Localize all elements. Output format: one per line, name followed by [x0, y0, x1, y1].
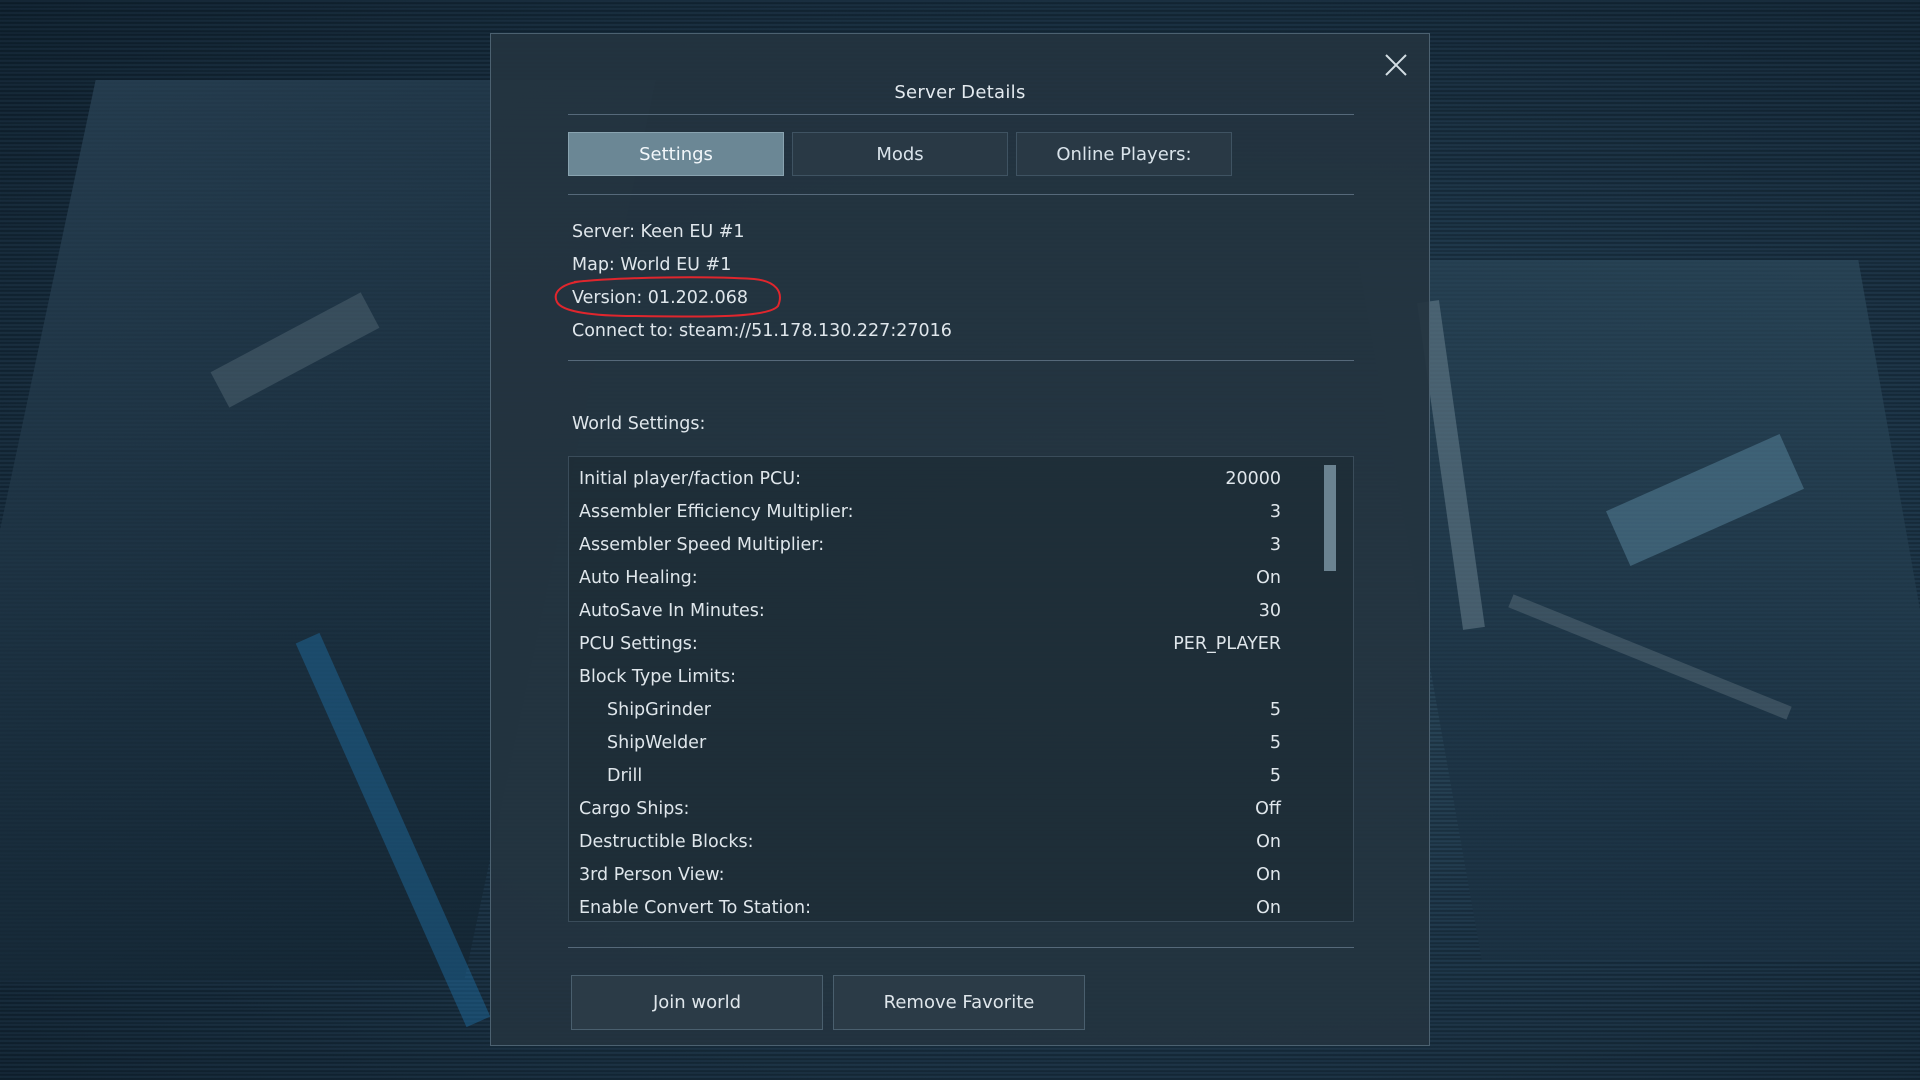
connect-address[interactable]: Connect to: steam://51.178.130.227:27016 — [572, 315, 952, 348]
setting-row: Block Type Limits: — [579, 661, 1281, 694]
setting-value: On — [1256, 832, 1281, 852]
setting-label: Enable Convert To Station: — [579, 898, 812, 918]
setting-value: On — [1256, 898, 1281, 918]
setting-label: ShipGrinder — [607, 700, 711, 720]
tab-online-players[interactable]: Online Players: — [1016, 132, 1232, 176]
setting-row: Auto Healing: On — [579, 562, 1281, 595]
server-details-dialog: Server Details Settings Mods Online Play… — [490, 33, 1430, 1046]
title-divider — [568, 114, 1354, 115]
background-strut — [1508, 594, 1792, 720]
tab-settings[interactable]: Settings — [568, 132, 784, 176]
setting-label: Drill — [607, 766, 643, 786]
setting-row: ShipGrinder 5 — [579, 694, 1281, 727]
server-version: Version: 01.202.068 — [572, 288, 749, 308]
setting-row: Destructible Blocks: On — [579, 826, 1281, 859]
dialog-title: Server Details — [894, 82, 1026, 103]
setting-label: Cargo Ships: — [579, 799, 690, 819]
setting-label: Auto Healing: — [579, 568, 698, 588]
setting-label: Initial player/faction PCU: — [579, 469, 801, 489]
remove-favorite-button[interactable]: Remove Favorite — [833, 975, 1085, 1030]
server-name: Server: Keen EU #1 — [572, 222, 745, 242]
world-settings-list: Initial player/faction PCU: 20000 Assemble… — [579, 463, 1281, 921]
setting-value: 5 — [1269, 733, 1281, 753]
setting-label: AutoSave In Minutes: — [579, 601, 765, 621]
setting-row: AutoSave In Minutes: 30 — [579, 595, 1281, 628]
setting-value: 20000 — [1225, 469, 1281, 489]
setting-value: 5 — [1269, 700, 1281, 720]
setting-label: Assembler Speed Multiplier: — [579, 535, 825, 555]
background-structure-right — [1358, 260, 1920, 960]
setting-value: On — [1256, 568, 1281, 588]
tabs-divider — [568, 194, 1354, 195]
setting-label: Block Type Limits: — [579, 667, 737, 687]
map-name: Map: World EU #1 — [572, 255, 732, 275]
setting-value: PER_PLAYER — [1173, 634, 1281, 654]
setting-row: ShipWelder 5 — [579, 727, 1281, 760]
setting-row: Assembler Efficiency Multiplier: 3 — [579, 496, 1281, 529]
setting-row: Enable Convert To Station: On — [579, 892, 1281, 921]
join-world-button[interactable]: Join world — [571, 975, 823, 1030]
world-settings-list-box[interactable]: Initial player/faction PCU: 20000 Assemble… — [568, 456, 1354, 922]
info-divider — [568, 360, 1354, 361]
close-button[interactable] — [1381, 50, 1411, 80]
setting-value: Off — [1255, 799, 1281, 819]
setting-label: Destructible Blocks: — [579, 832, 754, 852]
actions-divider — [568, 947, 1354, 948]
scrollbar-thumb[interactable] — [1324, 465, 1336, 571]
setting-label: PCU Settings: — [579, 634, 698, 654]
background-beam-blue — [295, 632, 491, 1028]
setting-row: Drill 5 — [579, 760, 1281, 793]
background-panel — [1606, 433, 1804, 567]
setting-row: PCU Settings: PER_PLAYER — [579, 628, 1281, 661]
close-icon — [1385, 54, 1407, 76]
setting-value: 5 — [1269, 766, 1281, 786]
setting-value: 3 — [1269, 535, 1281, 555]
version-line: Version: 01.202.068 — [554, 276, 781, 318]
setting-row: Assembler Speed Multiplier: 3 — [579, 529, 1281, 562]
setting-value: 3 — [1269, 502, 1281, 522]
scrollbar-track[interactable] — [1324, 465, 1336, 913]
setting-value: 30 — [1258, 601, 1281, 621]
setting-label: Assembler Efficiency Multiplier: — [579, 502, 854, 522]
action-bar: Join world Remove Favorite — [571, 975, 1085, 1030]
background-debris — [210, 292, 380, 408]
tab-bar: Settings Mods Online Players: — [568, 132, 1232, 176]
setting-value: On — [1256, 865, 1281, 885]
tab-mods[interactable]: Mods — [792, 132, 1008, 176]
server-info: Server: Keen EU #1 Map: World EU #1 Vers… — [554, 216, 952, 348]
setting-label: 3rd Person View: — [579, 865, 725, 885]
world-settings-title: World Settings: — [572, 414, 706, 434]
setting-label: ShipWelder — [607, 733, 707, 753]
setting-row: Initial player/faction PCU: 20000 — [579, 463, 1281, 496]
setting-row: 3rd Person View: On — [579, 859, 1281, 892]
setting-row: Cargo Ships: Off — [579, 793, 1281, 826]
